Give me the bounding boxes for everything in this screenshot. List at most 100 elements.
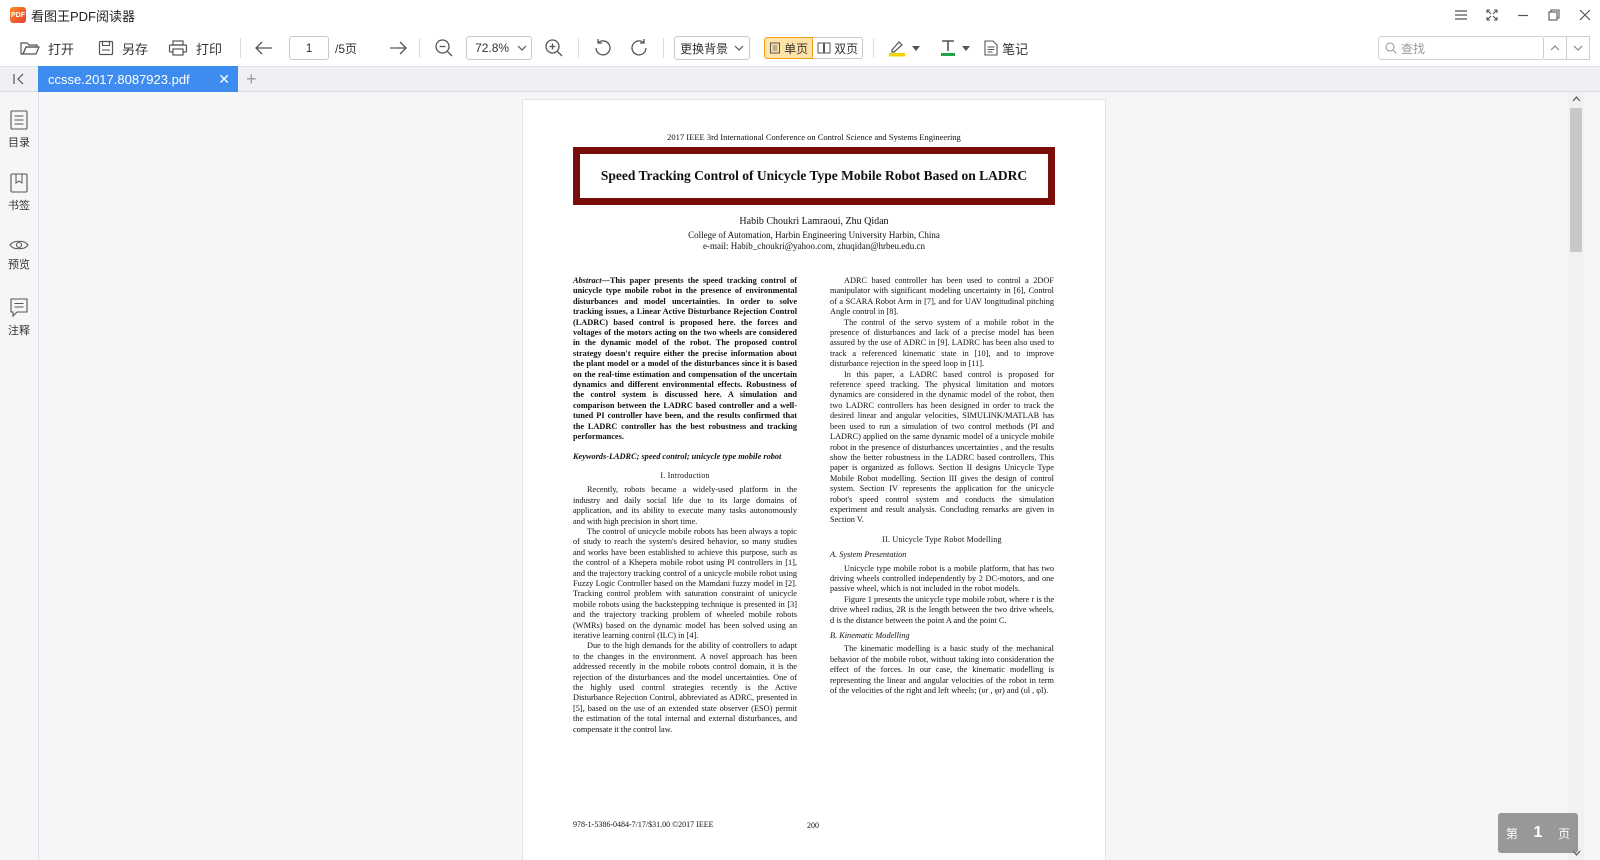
sidebar-item-toc[interactable]: 目录 <box>0 110 38 150</box>
zoom-in-icon <box>545 39 563 57</box>
paper-affiliation: College of Automation, Harbin Engineerin… <box>523 230 1105 252</box>
fullscreen-icon[interactable] <box>1476 0 1507 30</box>
rotate-right-button[interactable] <box>625 34 653 62</box>
email-line: e-mail: Habib_choukri@yahoo.com, zhuqida… <box>702 241 925 251</box>
close-tab-icon[interactable]: ✕ <box>218 71 230 88</box>
tab-document[interactable]: ccsse.2017.8087923.pdf ✕ <box>38 66 238 92</box>
menu-icon[interactable] <box>1445 0 1476 30</box>
page-number-input[interactable]: 1 <box>289 36 330 60</box>
page-indicator-suffix: 页 <box>1558 826 1571 841</box>
search-placeholder: 查找 <box>1401 41 1426 56</box>
paragraph: Unicycle type mobile robot is a mobile p… <box>830 563 1054 594</box>
zoom-out-button[interactable] <box>430 34 458 62</box>
comment-icon <box>10 298 28 318</box>
conference-header: 2017 IEEE 3rd International Conference o… <box>667 132 961 142</box>
toolbar: 打开 另存 打印 1 /5页 72.8% 更换背景 单页 双页 笔记 查找 <box>0 30 1600 66</box>
scrollbar-thumb[interactable] <box>1570 108 1582 252</box>
section-heading: I. Introduction <box>660 470 710 480</box>
zoom-in-button[interactable] <box>540 34 568 62</box>
rotate-left-icon <box>595 39 611 56</box>
notes-button[interactable]: 笔记 <box>980 34 1032 62</box>
sidebar: 目录 书签 预览 注释 <box>0 92 39 860</box>
abstract-text: This paper presents the speed tracking c… <box>573 276 797 442</box>
paragraph: Figure 1 presents the unicycle type mobi… <box>830 594 1054 625</box>
scroll-up-icon[interactable] <box>1568 92 1584 106</box>
caret-down-icon <box>912 45 921 51</box>
paragraph: Recently, robots became a widely-used pl… <box>573 485 797 526</box>
paragraph: ADRC based controller has been used to c… <box>830 276 1054 317</box>
window-controls <box>1445 0 1600 30</box>
sidebar-item-preview[interactable]: 预览 <box>0 238 38 272</box>
single-page-button[interactable]: 单页 <box>764 37 814 59</box>
notes-label: 笔记 <box>1002 41 1029 57</box>
sidebar-item-label: 目录 <box>8 137 30 149</box>
abstract: Abstract—This paper presents the speed t… <box>573 276 797 443</box>
tab-label: ccsse.2017.8087923.pdf <box>48 71 190 87</box>
highlighter-icon <box>889 41 906 57</box>
zoom-select[interactable]: 72.8% <box>466 36 533 60</box>
sidebar-item-annotations[interactable]: 注释 <box>0 298 38 338</box>
save-as-button[interactable]: 另存 <box>94 34 152 62</box>
chevron-down-icon <box>517 45 527 51</box>
double-page-button[interactable]: 双页 <box>813 37 864 59</box>
close-window-icon[interactable] <box>1569 0 1600 30</box>
open-button[interactable]: 打开 <box>16 34 78 62</box>
arrow-left-icon <box>255 41 273 55</box>
rotate-left-button[interactable] <box>589 34 617 62</box>
sidebar-item-bookmarks[interactable]: 书签 <box>0 173 38 213</box>
print-button[interactable]: 打印 <box>164 34 226 62</box>
app-logo-icon: PDF <box>10 7 26 23</box>
change-background-select[interactable]: 更换背景 <box>674 36 751 60</box>
chevron-down-icon <box>1573 45 1583 51</box>
tab-bar: ccsse.2017.8087923.pdf ✕ + <box>0 66 1600 92</box>
collapse-sidebar-button[interactable] <box>0 67 38 91</box>
left-column: Abstract—This paper presents the speed t… <box>573 276 797 735</box>
search-icon <box>1385 42 1397 54</box>
next-page-button[interactable] <box>385 34 411 62</box>
toolbar-divider <box>663 38 665 58</box>
background-label: 更换背景 <box>680 41 729 56</box>
double-page-label: 双页 <box>834 41 859 56</box>
double-page-icon <box>817 42 831 54</box>
subsection-heading: B. Kinematic Modelling <box>830 631 910 640</box>
abstract-label: Abstract— <box>573 276 610 285</box>
vertical-scrollbar[interactable] <box>1568 92 1584 860</box>
paper-authors: Habib Choukri Lamraoui, Zhu Qidan <box>739 216 889 227</box>
minimize-icon[interactable] <box>1507 0 1538 30</box>
chevron-down-icon <box>734 45 744 51</box>
highlight-button[interactable] <box>884 34 924 62</box>
toolbar-divider <box>873 38 875 58</box>
toc-icon <box>10 110 28 130</box>
right-column: ADRC based controller has been used to c… <box>830 276 1054 696</box>
page-indicator-number: 1 <box>1533 824 1543 841</box>
paragraph: The control of unicycle mobile robots ha… <box>573 526 797 640</box>
sidebar-item-label: 注释 <box>8 325 30 337</box>
search-prev-button[interactable] <box>1544 37 1567 59</box>
paper-title: Speed Tracking Control of Unicycle Type … <box>573 147 1055 205</box>
eye-icon <box>9 240 29 250</box>
caret-down-icon <box>962 45 971 51</box>
single-page-icon <box>770 42 781 54</box>
document-viewport[interactable]: 2017 IEEE 3rd International Conference o… <box>39 92 1569 860</box>
save-as-label: 另存 <box>122 41 149 57</box>
save-icon <box>98 40 114 56</box>
printer-icon <box>168 40 188 56</box>
search-input[interactable]: 查找 <box>1378 36 1544 60</box>
single-page-label: 单页 <box>784 41 809 56</box>
add-tab-button[interactable]: + <box>246 69 257 90</box>
open-label: 打开 <box>48 41 75 57</box>
zoom-value: 72.8% <box>475 41 510 55</box>
page-footer-number: 200 <box>807 821 819 830</box>
prev-page-button[interactable] <box>251 34 277 62</box>
pdf-page: 2017 IEEE 3rd International Conference o… <box>522 99 1106 860</box>
title-bar: PDF 看图王PDF阅读器 <box>0 0 1600 30</box>
restore-icon[interactable] <box>1538 0 1569 30</box>
note-icon <box>984 40 998 56</box>
paragraph: The kinematic modelling is a basic study… <box>830 644 1054 696</box>
toolbar-divider <box>578 38 580 58</box>
search-next-button[interactable] <box>1567 37 1589 59</box>
toolbar-divider <box>240 38 242 58</box>
search-navigation <box>1544 36 1590 60</box>
paragraph: The control of the servo system of a mob… <box>830 317 1054 369</box>
text-tool-button[interactable] <box>936 34 974 62</box>
